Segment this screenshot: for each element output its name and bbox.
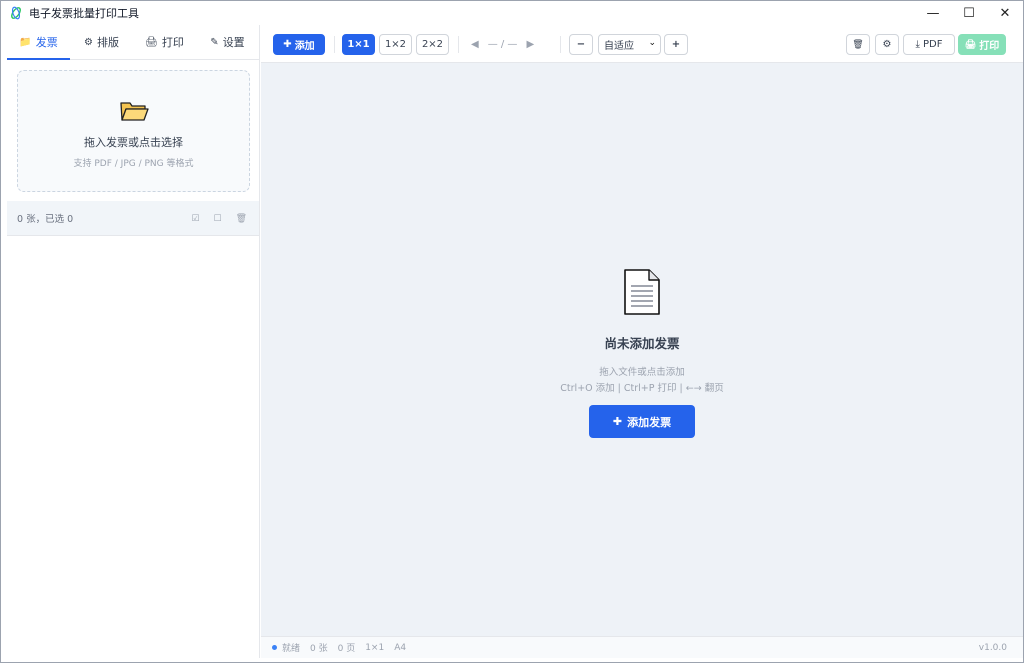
plus-icon: ✚: [283, 39, 292, 50]
status-bar: 就绪 0 张 0 页 1×1 A4 v1.0.0: [261, 636, 1023, 658]
empty-state-shortcuts: Ctrl+O 添加 | Ctrl+P 打印 | ←→ 翻页: [560, 383, 724, 394]
print-button-label: 打印: [979, 41, 1000, 52]
page-indicator: — / —: [487, 39, 518, 50]
document-icon: [622, 268, 662, 319]
settings-button[interactable]: ⚙: [875, 34, 899, 55]
version-label: v1.0.0: [978, 642, 1007, 653]
status-state: 就绪: [282, 644, 301, 654]
tab-invoices[interactable]: 📁 发票: [7, 25, 70, 60]
add-invoice-button[interactable]: ✚ 添加发票: [589, 405, 695, 438]
tab-label: 设置: [222, 36, 245, 49]
export-pdf-button[interactable]: ⤓ PDF: [903, 34, 955, 55]
app-window: 电子发票批量打印工具 — ☐ ✕ 📁 发票 ⚙ 排版 🖨 打印 ✎ 设置 拖入发…: [0, 0, 1024, 663]
zoom-out-button[interactable]: −: [569, 34, 593, 55]
next-page-icon[interactable]: ▶: [526, 39, 534, 50]
invoice-count: 0 张，已选 0: [17, 214, 74, 225]
prev-page-icon[interactable]: ◀: [471, 39, 479, 50]
trash-icon: 🗑: [852, 39, 864, 50]
chevron-down-icon: ⌄: [648, 38, 656, 48]
zoom-value: 自适应: [604, 41, 634, 52]
divider: [334, 36, 335, 53]
sidebar: 📁 发票 ⚙ 排版 🖨 打印 ✎ 设置 拖入发票或点击选择 支持 PDF / J…: [7, 25, 260, 658]
print-button[interactable]: 🖨 打印: [958, 34, 1006, 55]
preview-area: 尚未添加发票 拖入文件或点击添加 Ctrl+O 添加 | Ctrl+P 打印 |…: [261, 63, 1023, 636]
layout-1x2-button[interactable]: 1×2: [379, 34, 412, 55]
printer-icon: 🖨: [145, 36, 158, 48]
divider: [560, 36, 561, 53]
tab-print[interactable]: 🖨 打印: [133, 25, 196, 59]
title-bar: 电子发票批量打印工具 — ☐ ✕: [1, 1, 1023, 25]
maximize-button[interactable]: ☐: [951, 1, 987, 25]
page-navigator: ◀ — / — ▶: [471, 34, 534, 55]
status-pages: 0 页: [337, 644, 356, 654]
empty-state: 尚未添加发票 拖入文件或点击添加 Ctrl+O 添加 | Ctrl+P 打印 |…: [261, 268, 1023, 438]
add-button[interactable]: ✚ 添加: [273, 34, 325, 55]
close-button[interactable]: ✕: [987, 1, 1023, 25]
zoom-in-button[interactable]: +: [664, 34, 688, 55]
trash-icon[interactable]: 🗑: [236, 214, 247, 224]
add-button-label: 添加: [294, 41, 315, 52]
add-invoice-label: 添加发票: [627, 415, 672, 429]
select-all-icon[interactable]: ☑: [191, 214, 199, 224]
plus-icon: ✚: [612, 415, 623, 428]
app-logo-icon: [9, 6, 23, 20]
gear-icon: ⚙: [84, 36, 93, 48]
divider: [458, 36, 459, 53]
printer-icon: 🖨: [964, 39, 977, 50]
pdf-button-label: PDF: [922, 39, 943, 50]
status-indicator: [272, 645, 277, 650]
empty-state-hint: 拖入文件或点击添加 Ctrl+O 添加 | Ctrl+P 打印 | ←→ 翻页: [261, 365, 1023, 397]
pencil-icon: ✎: [210, 36, 219, 48]
empty-state-title: 尚未添加发票: [604, 336, 680, 351]
layout-1x1-button[interactable]: 1×1: [342, 34, 375, 55]
gear-icon: ⚙: [882, 39, 892, 50]
dropzone-title: 拖入发票或点击选择: [84, 136, 183, 149]
invoice-list-header: 0 张，已选 0 ☑ ☐ 🗑: [7, 201, 259, 236]
tab-layout[interactable]: ⚙ 排版: [70, 25, 133, 59]
zoom-select[interactable]: 自适应 ⌄: [598, 34, 661, 55]
dropzone-subtitle: 支持 PDF / JPG / PNG 等格式: [73, 159, 194, 169]
tab-settings[interactable]: ✎ 设置: [196, 25, 259, 59]
file-dropzone[interactable]: 拖入发票或点击选择 支持 PDF / JPG / PNG 等格式: [17, 70, 250, 192]
layout-2x2-button[interactable]: 2×2: [416, 34, 449, 55]
toolbar: ✚ 添加 1×1 1×2 2×2 ◀ — / — ▶ − 自适应 ⌄ + 🗑 ⚙…: [261, 25, 1023, 63]
status-count: 0 张: [310, 644, 328, 654]
empty-state-hint-line: 拖入文件或点击添加: [599, 367, 685, 378]
download-icon: ⤓: [915, 39, 920, 50]
sidebar-tabs: 📁 发票 ⚙ 排版 🖨 打印 ✎ 设置: [7, 25, 259, 60]
tab-label: 排版: [96, 36, 119, 49]
status-paper: A4: [394, 642, 407, 653]
status-layout: 1×1: [365, 642, 385, 653]
window-title: 电子发票批量打印工具: [29, 7, 139, 20]
deselect-icon[interactable]: ☐: [213, 214, 221, 224]
open-folder-icon: [119, 99, 149, 126]
delete-button[interactable]: 🗑: [846, 34, 870, 55]
tab-label: 打印: [161, 36, 184, 49]
folder-icon: 📁: [19, 36, 32, 48]
minimize-button[interactable]: —: [915, 1, 951, 25]
tab-label: 发票: [35, 36, 58, 49]
